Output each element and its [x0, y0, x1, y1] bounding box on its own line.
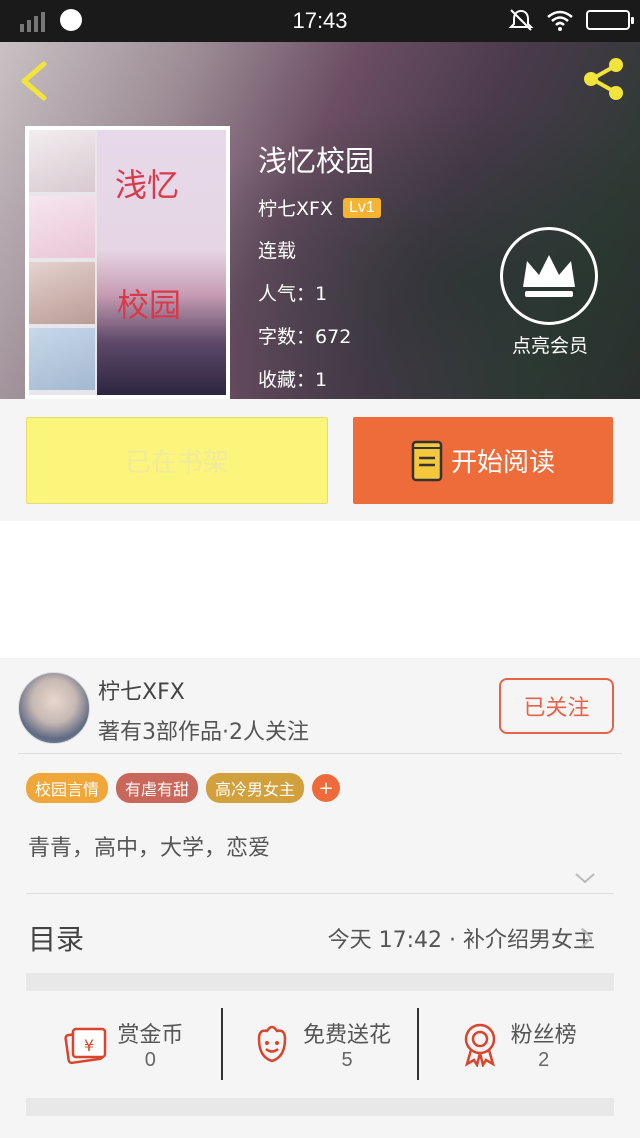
book-icon — [411, 440, 443, 481]
back-icon[interactable] — [14, 58, 54, 104]
on-shelf-button[interactable]: 已在书架 — [26, 417, 328, 504]
status-bar: 17:43 — [0, 0, 640, 42]
book-author-line: 柠七XFX Lv1 — [258, 194, 381, 221]
flower-icon — [257, 1025, 287, 1063]
svg-text:¥: ¥ — [84, 1036, 94, 1055]
reward-coin-button[interactable]: ¥ 赏金币 0 — [26, 1008, 221, 1080]
divider — [26, 893, 614, 894]
book-cover[interactable]: 浅忆 校园 — [25, 126, 230, 399]
tag-item[interactable]: 校园言情 — [26, 773, 109, 803]
vip-button[interactable]: 点亮会员 — [500, 227, 600, 358]
send-flower-button[interactable]: 免费送花 5 — [220, 1008, 418, 1080]
ad-space — [0, 521, 640, 658]
cover-artwork: 浅忆 校园 — [97, 130, 226, 395]
cover-title-top: 浅忆 — [115, 166, 180, 204]
separator-bar — [26, 1098, 614, 1116]
tag-list: 校园言情 有虐有甜 高冷男女主 + — [26, 773, 341, 803]
stat-label: 赏金币 — [117, 1022, 184, 1048]
mute-icon — [508, 9, 534, 31]
stat-value: 2 — [538, 1048, 550, 1071]
tag-item[interactable]: 高冷男女主 — [206, 773, 305, 803]
tag-item[interactable]: 有虐有甜 — [116, 773, 199, 803]
book-popularity: 人气：1 — [258, 283, 328, 305]
author-avatar[interactable] — [18, 672, 90, 744]
book-favorites: 收藏：1 — [258, 369, 328, 391]
cover-character-3 — [29, 262, 95, 324]
vip-label: 点亮会员 — [511, 335, 588, 357]
start-reading-label: 开始阅读 — [450, 448, 555, 478]
add-tag-button[interactable]: + — [312, 774, 341, 802]
start-reading-button[interactable]: 开始阅读 — [353, 417, 613, 504]
book-title: 浅忆校园 — [258, 144, 375, 178]
follow-button[interactable]: 已关注 — [499, 678, 614, 734]
book-header: 浅忆 校园 浅忆校园 柠七XFX Lv1 连载 人气：1 字数：672 收藏：1… — [0, 42, 640, 399]
cover-character-4 — [29, 328, 95, 390]
divider — [18, 753, 622, 754]
ribbon-medal-icon — [464, 1023, 495, 1067]
stat-label: 免费送花 — [303, 1022, 392, 1048]
book-status: 连载 — [258, 240, 297, 262]
battery-icon — [586, 10, 634, 30]
action-bar: 已在书架 开始阅读 — [0, 399, 640, 521]
details-section: 柠七XFX 著有3部作品·2人关注 已关注 校园言情 有虐有甜 高冷男女主 + … — [0, 658, 640, 1138]
toc-latest-update[interactable]: 今天 17:42 · 补介绍男女主 — [328, 922, 595, 954]
stat-value: 5 — [341, 1048, 353, 1071]
expand-chevron-down-icon[interactable] — [573, 870, 597, 886]
fan-rank-button[interactable]: 粉丝榜 2 — [417, 1008, 614, 1080]
stat-label: 粉丝榜 — [510, 1022, 577, 1048]
separator-bar — [26, 973, 614, 991]
author-name[interactable]: 柠七XFX — [98, 674, 185, 706]
stat-value: 0 — [144, 1048, 156, 1071]
author-stats: 著有3部作品·2人关注 — [98, 720, 309, 745]
crown-icon — [523, 255, 575, 297]
cover-character-1 — [29, 130, 95, 192]
wifi-icon — [547, 10, 573, 31]
cover-title-bottom: 校园 — [117, 286, 182, 324]
level-badge: Lv1 — [342, 197, 381, 218]
stats-row: ¥ 赏金币 0 免费送花 5 粉丝榜 2 — [26, 1008, 614, 1080]
book-intro: 青青，高中，大学，恋爱 — [28, 836, 271, 861]
share-icon[interactable] — [578, 54, 628, 104]
reward-coin-icon: ¥ — [64, 1027, 107, 1065]
chevron-right-icon[interactable] — [578, 926, 596, 950]
book-wordcount: 字数：672 — [258, 326, 352, 348]
book-author[interactable]: 柠七XFX — [258, 194, 333, 221]
cover-character-2 — [29, 196, 95, 258]
toc-title[interactable]: 目录 — [28, 918, 84, 958]
